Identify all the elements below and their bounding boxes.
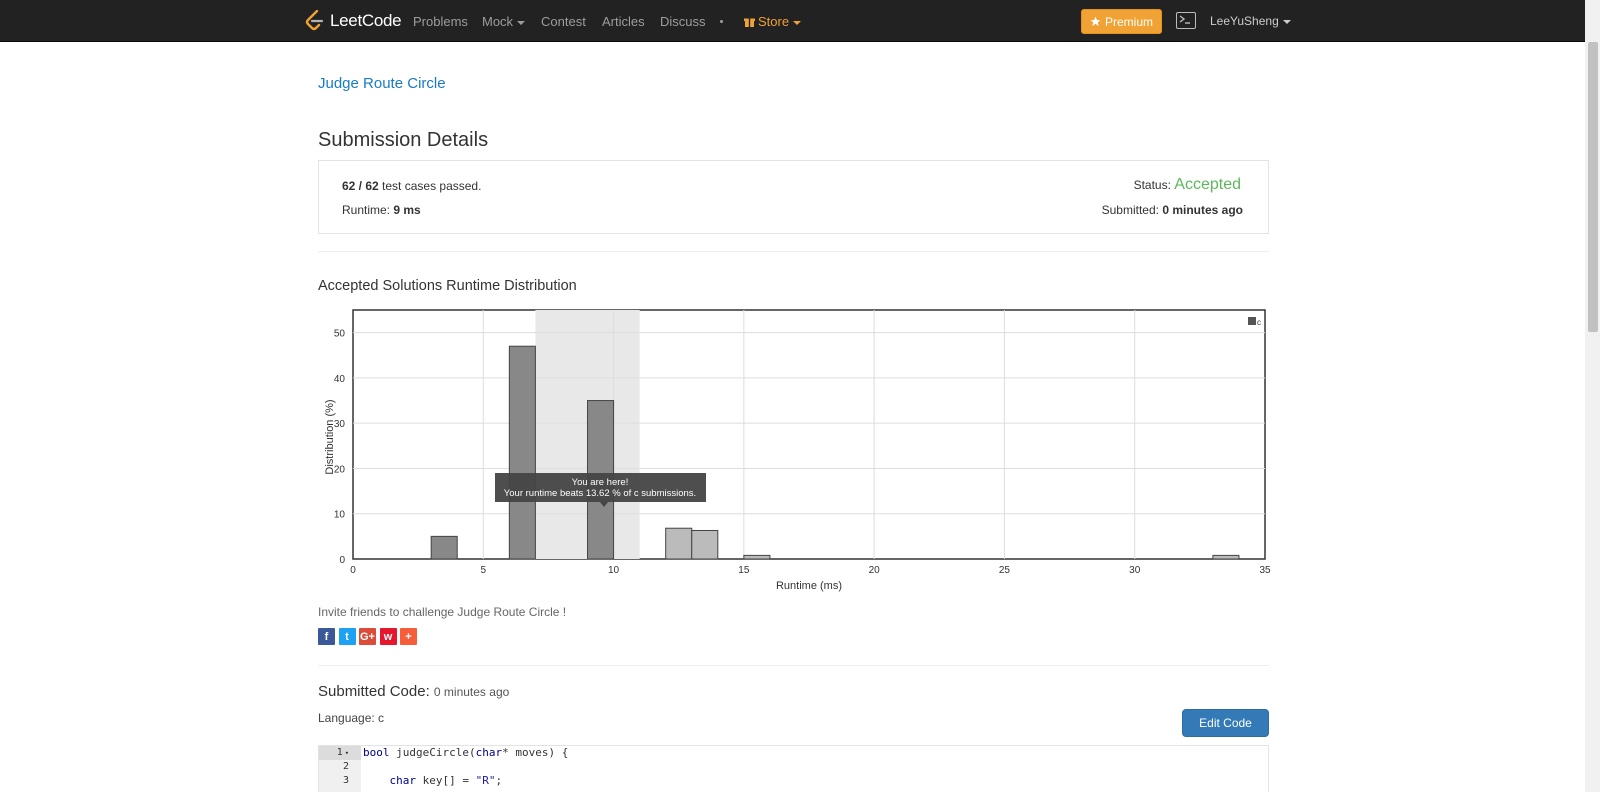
status-badge: Accepted	[1174, 176, 1241, 193]
tooltip-line1: You are here!	[572, 477, 629, 488]
divider	[318, 251, 1269, 252]
chevron-down-icon	[1282, 19, 1291, 24]
chevron-down-icon	[517, 20, 526, 25]
username: LeeYuSheng	[1210, 14, 1279, 28]
chart-bar	[665, 527, 693, 560]
brand-logo[interactable]: LeetCode	[304, 9, 402, 33]
star-icon	[1090, 16, 1101, 27]
chart-heading: Accepted Solutions Runtime Distribution	[318, 278, 577, 294]
y-tick-label: 10	[334, 510, 346, 521]
nav-discuss[interactable]: Discuss	[660, 14, 706, 29]
chevron-down-icon	[793, 20, 802, 25]
line-number: 3	[342, 775, 349, 786]
scrollbar-thumb[interactable]	[1588, 42, 1598, 332]
tooltip-line2: Your runtime beats 13.62 % of c submissi…	[504, 488, 696, 499]
chart-bar	[430, 535, 458, 560]
x-tick-label: 0	[350, 565, 356, 576]
y-tick-label: 0	[339, 555, 345, 566]
x-tick-label: 5	[481, 565, 487, 576]
chart-bar	[508, 345, 536, 560]
code-line: bool judgeCircle(char* moves) {	[363, 746, 569, 759]
gift-icon	[744, 18, 755, 27]
google-plus-icon[interactable]: G+	[359, 628, 376, 645]
legend-label: c	[1257, 318, 1261, 327]
x-tick-label: 20	[869, 565, 881, 576]
line-number: 1 ▾	[319, 746, 361, 760]
nav-store[interactable]: Store	[744, 14, 802, 29]
y-axis-label: Distribution (%)	[324, 399, 336, 474]
status-label: Status:	[1133, 178, 1171, 192]
x-tick-label: 35	[1259, 565, 1271, 576]
submitted-label: Submitted:	[1101, 203, 1159, 217]
y-tick-label: 40	[334, 374, 346, 385]
runtime-value: 9 ms	[393, 203, 421, 217]
x-tick-label: 10	[608, 565, 620, 576]
submitted-line: Submitted: 0 minutes ago	[1102, 203, 1243, 217]
premium-button[interactable]: Premium	[1081, 9, 1162, 34]
weibo-icon[interactable]: w	[379, 628, 397, 645]
fold-arrow-icon[interactable]: ▾	[345, 749, 349, 757]
y-tick-label: 50	[334, 329, 346, 340]
nav-separator-dot	[720, 20, 723, 23]
chart-bar	[691, 529, 719, 560]
terminal-icon[interactable]	[1176, 12, 1196, 29]
language-label: Language: c	[318, 711, 385, 725]
brand-name: LeetCode	[330, 11, 402, 30]
chart-bar	[743, 554, 771, 560]
nav-contest[interactable]: Contest	[541, 14, 586, 29]
nav-store-label: Store	[758, 14, 790, 29]
submission-details-panel: 62 / 62 test cases passed. Runtime: 9 ms…	[318, 160, 1269, 234]
testcases-suffix: test cases passed.	[382, 179, 482, 193]
status-line: Status: Accepted	[1134, 176, 1241, 194]
nav-problems[interactable]: Problems	[413, 14, 468, 29]
code-line: char key[] = "R";	[389, 774, 503, 787]
submitted-code-time: 0 minutes ago	[433, 685, 510, 699]
submitted-code-title: Submitted Code:	[318, 683, 430, 700]
plot-area	[352, 309, 1266, 560]
top-navbar: LeetCode Problems Mock Contest Articles …	[0, 0, 1600, 42]
nav-mock[interactable]: Mock	[482, 14, 526, 29]
line-number: 2	[342, 761, 349, 772]
user-menu[interactable]: LeeYuSheng	[1210, 14, 1291, 28]
facebook-icon[interactable]: f	[318, 628, 335, 645]
divider	[318, 665, 1269, 666]
x-tick-label: 30	[1129, 565, 1141, 576]
runtime-label: Runtime:	[342, 203, 391, 217]
x-tick-label: 25	[999, 565, 1011, 576]
runtime-tooltip: You are here! Your runtime beats 13.62 %…	[495, 473, 706, 507]
premium-label: Premium	[1104, 14, 1153, 29]
legend-swatch	[1248, 317, 1256, 325]
more-share-icon[interactable]: +	[400, 628, 417, 645]
x-axis-label: Runtime (ms)	[776, 580, 842, 592]
invite-text: Invite friends to challenge Judge Route …	[318, 605, 567, 619]
leetcode-logo-icon	[305, 10, 324, 31]
runtime-line: Runtime: 9 ms	[342, 203, 421, 217]
problem-title-link[interactable]: Judge Route Circle	[318, 75, 446, 92]
chart-bar	[1212, 554, 1240, 560]
submitted-value: 0 minutes ago	[1162, 203, 1243, 217]
edit-code-button[interactable]: Edit Code	[1182, 709, 1269, 737]
runtime-distribution-chart: 0 5 10 15 20 25 30 35 01020304050 Runtime (ms) …	[324, 309, 1271, 592]
submitted-code-heading: Submitted Code: 0 minutes ago	[318, 683, 509, 700]
twitter-icon[interactable]: t	[338, 628, 356, 645]
testcases-count: 62 / 62	[342, 179, 379, 193]
submission-details-heading: Submission Details	[318, 129, 489, 151]
nav-articles[interactable]: Articles	[602, 14, 645, 29]
testcases-line: 62 / 62 test cases passed.	[342, 179, 481, 193]
x-tick-label: 15	[738, 565, 750, 576]
code-editor[interactable]: 1 ▾ 2 3 bool judgeCircle(char* moves) { c…	[318, 745, 1269, 792]
nav-mock-label: Mock	[482, 14, 514, 29]
